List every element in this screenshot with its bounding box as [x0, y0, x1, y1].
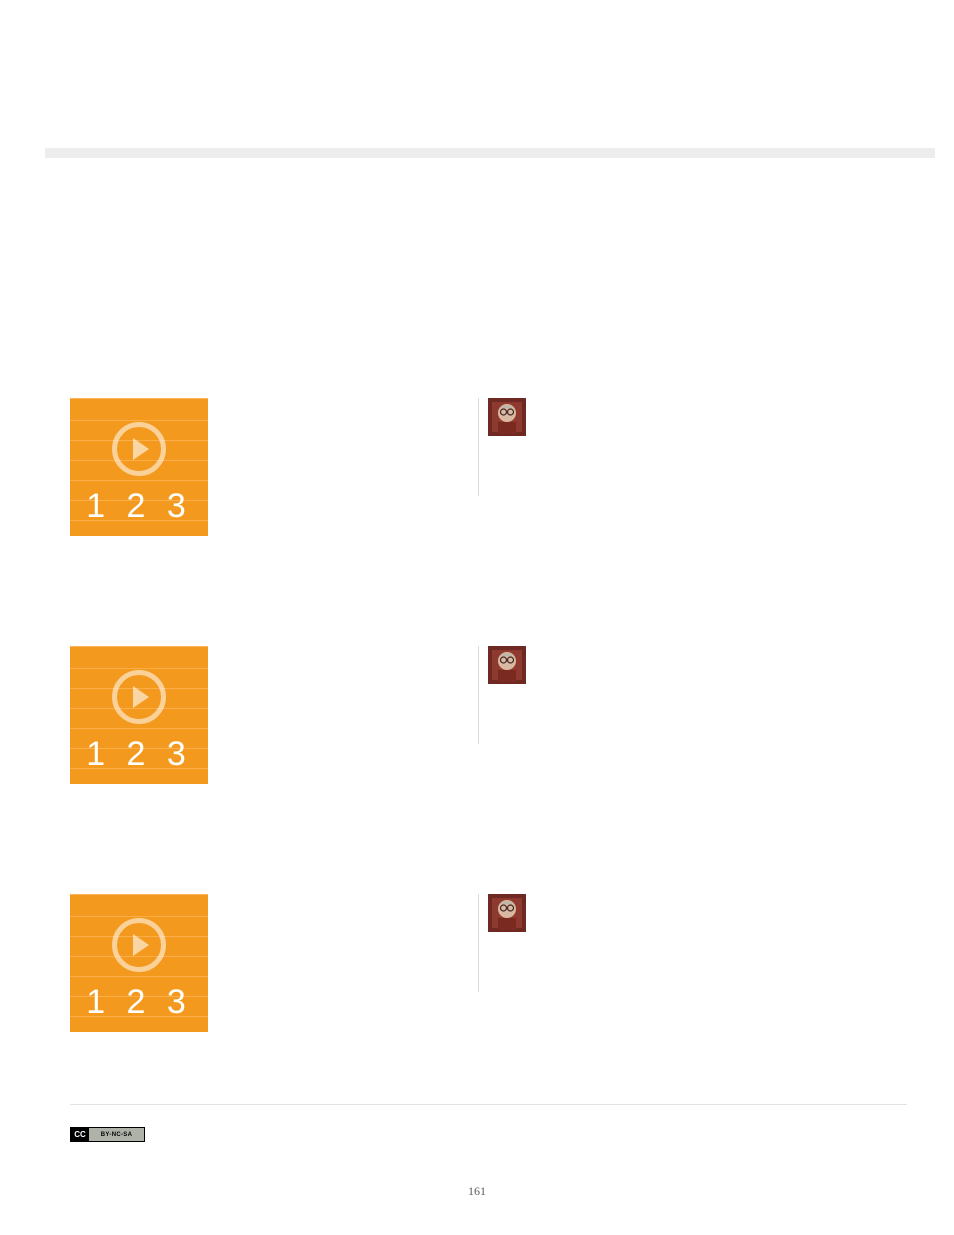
- header-divider: [45, 148, 935, 158]
- thumbnail-numbers: 1 2 3: [86, 983, 192, 1022]
- video-thumbnail[interactable]: 1 2 3: [70, 646, 208, 784]
- cc-badge-text: BY-NC-SA: [89, 1132, 144, 1138]
- play-icon: [112, 918, 166, 972]
- footer-divider: [70, 1104, 907, 1105]
- author-avatar[interactable]: [488, 646, 526, 684]
- video-thumbnail[interactable]: 1 2 3: [70, 398, 208, 536]
- author-avatar[interactable]: [488, 398, 526, 436]
- cc-badge-prefix: CC: [71, 1128, 89, 1141]
- cc-license-badge[interactable]: CC BY-NC-SA: [70, 1127, 145, 1142]
- video-thumbnail[interactable]: 1 2 3: [70, 894, 208, 1032]
- play-icon: [112, 670, 166, 724]
- author-avatar[interactable]: [488, 894, 526, 932]
- play-icon: [112, 422, 166, 476]
- resource-item: 1 2 3: [70, 894, 909, 1032]
- resource-item: 1 2 3: [70, 398, 909, 536]
- resource-item: 1 2 3: [70, 646, 909, 784]
- resource-meta: [488, 398, 526, 498]
- thumbnail-numbers: 1 2 3: [86, 487, 192, 526]
- resource-meta: [488, 894, 526, 994]
- resource-meta: [488, 646, 526, 746]
- page-number: 161: [0, 1184, 954, 1199]
- resource-list: 1 2 3 1 2 3: [70, 398, 909, 1032]
- thumbnail-numbers: 1 2 3: [86, 735, 192, 774]
